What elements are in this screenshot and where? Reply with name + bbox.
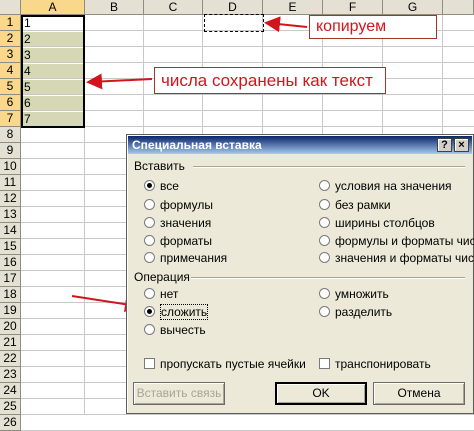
paste-group-label: Вставить: [134, 159, 185, 173]
operation-group-divider: [191, 277, 465, 279]
help-button[interactable]: ?: [437, 138, 452, 152]
grid-row-line: [21, 414, 474, 415]
radio-paste-column-widths[interactable]: ширины столбцов: [319, 216, 435, 230]
radio-label: формулы: [160, 198, 213, 212]
radio-label: все: [160, 179, 179, 193]
radio-label: вычесть: [160, 323, 206, 337]
radio-operation-add[interactable]: сложить: [144, 304, 209, 320]
checkbox-label: пропускать пустые ячейки: [160, 357, 306, 371]
radio-operation-multiply[interactable]: умножить: [319, 287, 389, 301]
radio-label: разделить: [335, 305, 393, 319]
radio-label: значения: [160, 216, 212, 230]
radio-label: значения и форматы чисел: [335, 251, 474, 265]
radio-paste-validation[interactable]: условия на значения: [319, 179, 452, 193]
radio-paste-values[interactable]: значения: [144, 216, 211, 230]
radio-paste-all[interactable]: все: [144, 179, 179, 193]
row-header-26[interactable]: 26: [0, 415, 21, 431]
radio-button-icon: [319, 180, 330, 191]
arrow-to-marquee: [264, 16, 308, 33]
radio-button-icon: [144, 180, 155, 191]
radio-label: примечания: [160, 251, 228, 265]
radio-button-icon: [144, 199, 155, 210]
arrow-to-column-a: [86, 73, 153, 90]
checkbox-label: транспонировать: [335, 357, 431, 371]
radio-paste-formulas[interactable]: формулы: [144, 198, 213, 212]
radio-label: форматы: [160, 234, 213, 248]
radio-button-icon: [144, 217, 155, 228]
radio-button-icon: [319, 217, 330, 228]
radio-operation-subtract[interactable]: вычесть: [144, 323, 206, 337]
radio-label: сложить: [160, 304, 209, 320]
radio-label: умножить: [335, 287, 389, 301]
radio-button-icon: [144, 288, 155, 299]
paste-special-dialog: Специальная вставка ? × Вставить все фор…: [126, 134, 474, 414]
radio-paste-values-number-formats[interactable]: значения и форматы чисел: [319, 251, 474, 265]
radio-button-icon: [319, 199, 330, 210]
radio-button-icon: [319, 306, 330, 317]
close-button[interactable]: ×: [454, 138, 469, 152]
radio-button-icon: [319, 235, 330, 246]
paste-link-button[interactable]: Вставить связь: [133, 382, 225, 405]
radio-paste-comments[interactable]: примечания: [144, 251, 227, 265]
dialog-title: Специальная вставка: [132, 138, 262, 152]
radio-button-icon: [319, 288, 330, 299]
paste-group-divider: [193, 166, 465, 168]
radio-button-icon: [319, 252, 330, 263]
radio-button-icon: [144, 324, 155, 335]
radio-paste-no-borders[interactable]: без рамки: [319, 198, 391, 212]
operation-group-label: Операция: [134, 270, 190, 284]
radio-button-icon: [144, 252, 155, 263]
checkbox-skip-blanks[interactable]: пропускать пустые ячейки: [144, 357, 306, 371]
radio-paste-formulas-number-formats[interactable]: формулы и форматы чисел: [319, 234, 474, 248]
ok-button[interactable]: OK: [275, 382, 367, 405]
radio-operation-divide[interactable]: разделить: [319, 305, 392, 319]
radio-label: формулы и форматы чисел: [335, 234, 474, 248]
cancel-button[interactable]: Отмена: [373, 382, 465, 405]
radio-operation-none[interactable]: нет: [144, 287, 178, 301]
checkbox-icon: [319, 358, 330, 369]
radio-button-icon: [144, 306, 155, 317]
checkbox-transpose[interactable]: транспонировать: [319, 357, 431, 371]
radio-label: условия на значения: [335, 179, 452, 193]
radio-paste-formats[interactable]: форматы: [144, 234, 212, 248]
radio-label: без рамки: [335, 198, 391, 212]
radio-label: нет: [160, 287, 179, 301]
radio-button-icon: [144, 235, 155, 246]
radio-label: ширины столбцов: [335, 216, 435, 230]
dialog-title-bar[interactable]: Специальная вставка ? ×: [128, 136, 472, 154]
checkbox-icon: [144, 358, 155, 369]
